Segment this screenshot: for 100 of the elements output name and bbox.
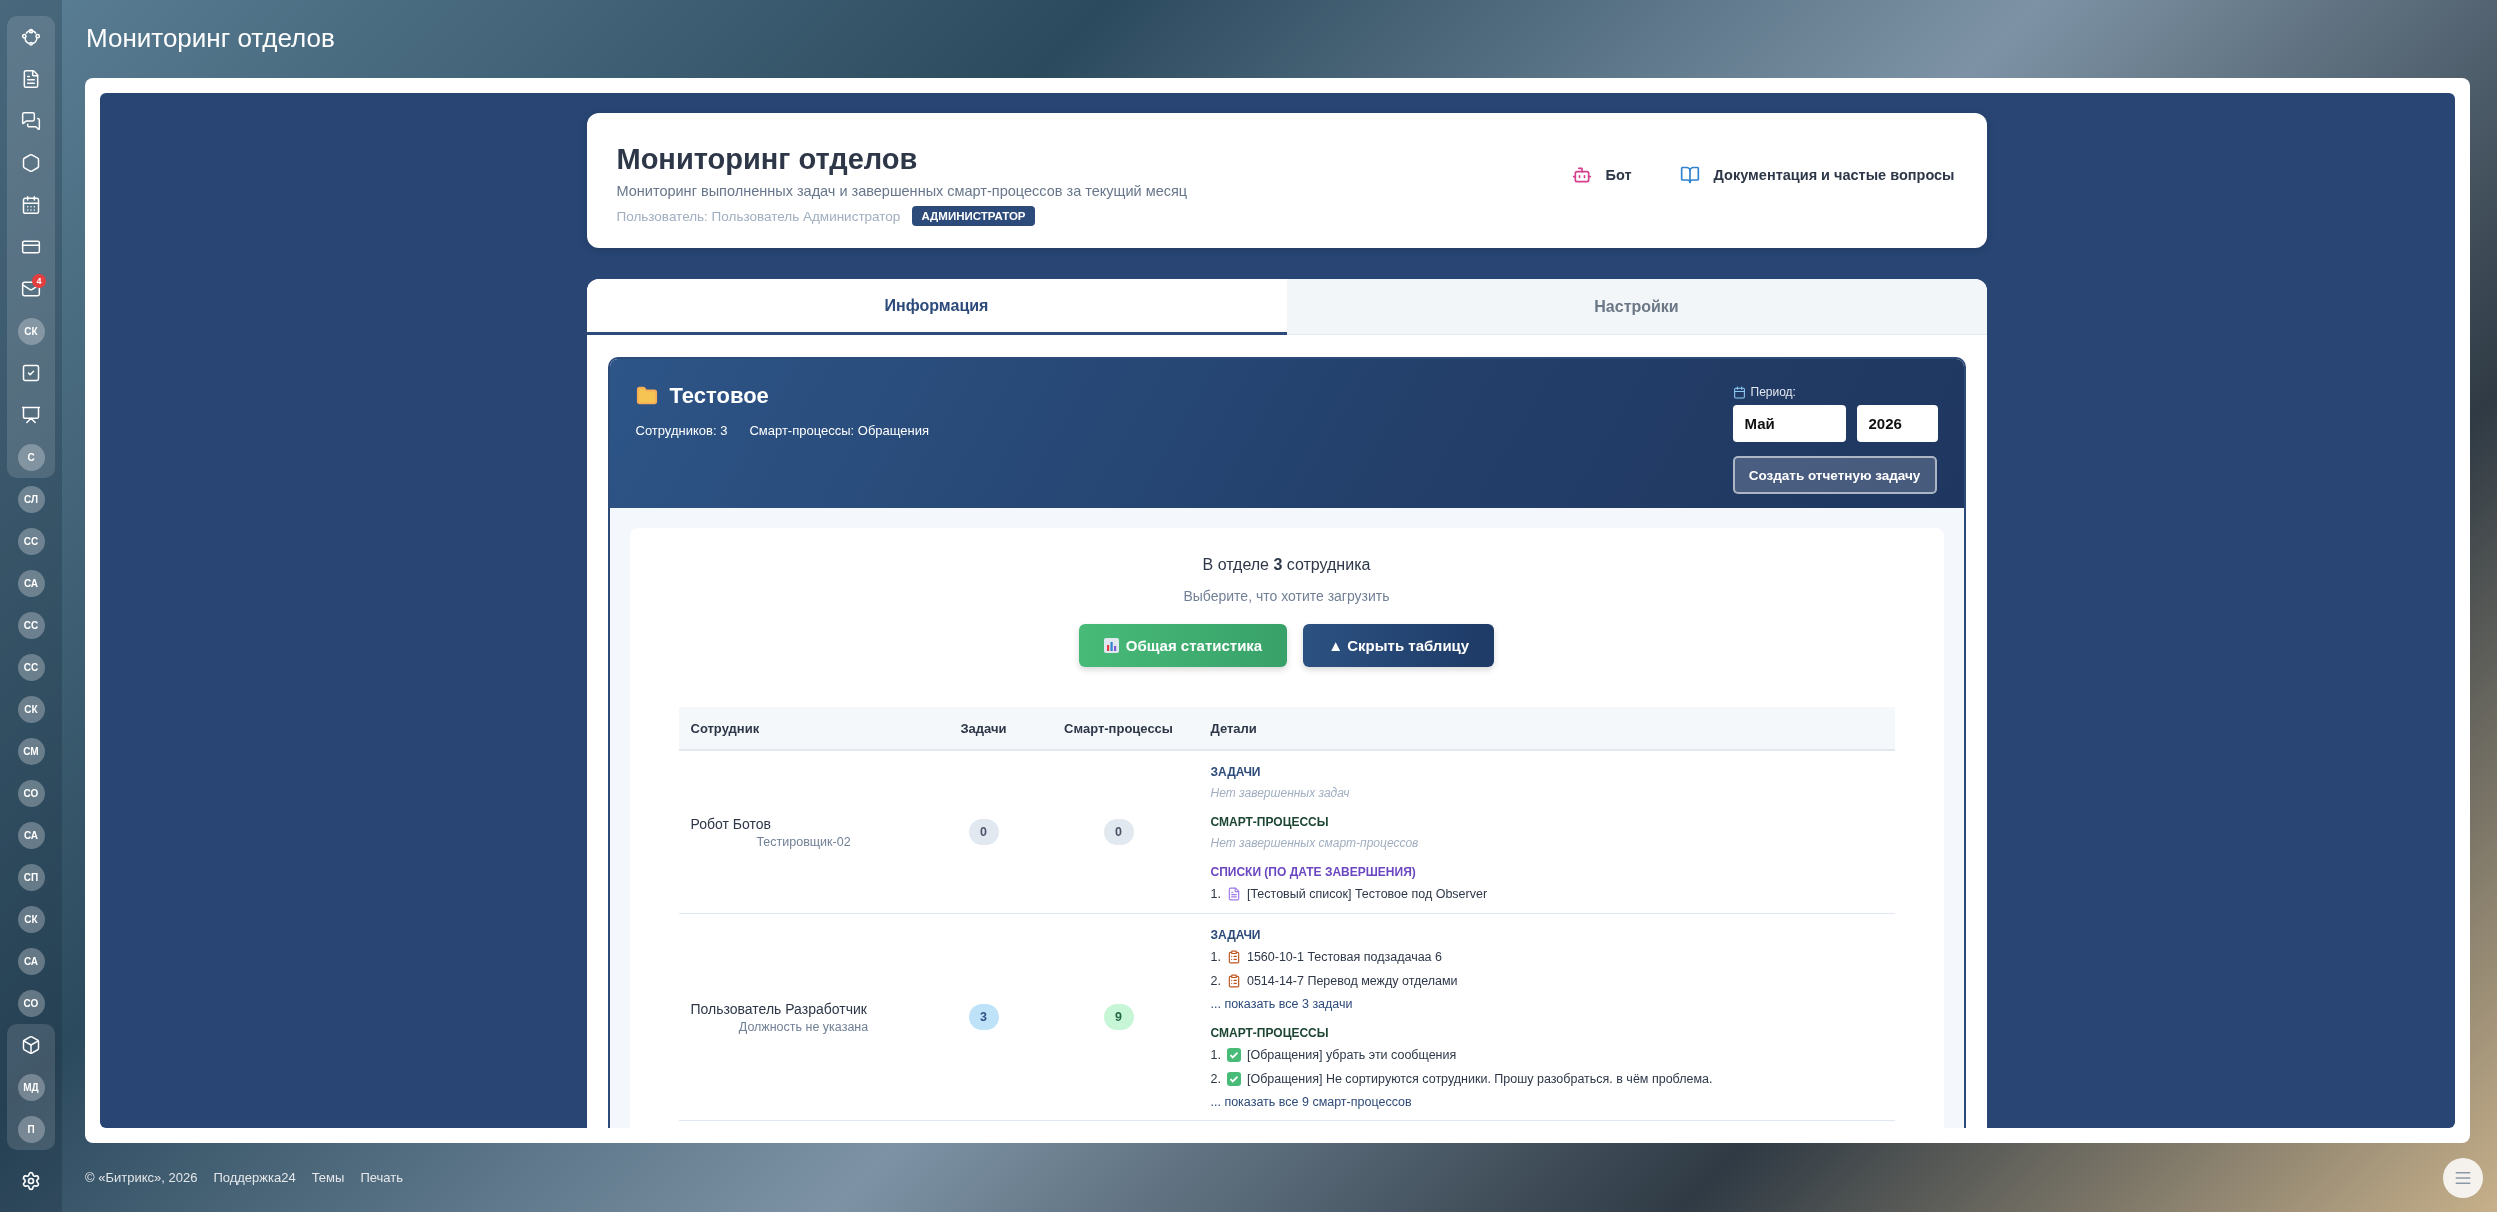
user-avatar[interactable]: П <box>17 1115 45 1143</box>
employee-name: Пользователь Разработчик <box>690 1000 868 1017</box>
calendar-button[interactable] <box>21 195 41 215</box>
user-avatar[interactable]: СС <box>17 653 45 681</box>
section-title: СМАРТ-ПРОЦЕССЫ <box>1210 814 1330 831</box>
app-title: Мониторинг отделов <box>616 143 919 176</box>
item-number: 1. <box>1210 1047 1221 1064</box>
chat-icon <box>21 111 41 131</box>
mail-icon <box>21 279 41 299</box>
mail-button[interactable] <box>21 279 41 299</box>
user-avatar[interactable]: СС <box>17 527 45 555</box>
item-number: 2. <box>1210 973 1221 990</box>
document-icon <box>1226 887 1241 901</box>
section-title: ЗАДАЧИ <box>1210 927 1262 944</box>
folder-icon <box>635 385 658 407</box>
hint-text: Выберите, что хотите загрузить <box>1183 588 1390 604</box>
section-title: ЗАДАЧИ <box>1210 764 1262 781</box>
employee-count: Сотрудников: 3 <box>635 423 728 438</box>
employee-name: Робот Ботов <box>690 815 772 832</box>
page-title: Мониторинг отделов <box>85 21 336 55</box>
user-avatar[interactable]: СО <box>17 779 45 807</box>
network-button[interactable] <box>21 27 41 47</box>
show-all-link[interactable]: ... показать все 9 смарт-процессов <box>1210 1092 1883 1112</box>
tab[interactable]: Информация <box>586 279 1287 335</box>
chat-button[interactable] <box>21 111 41 131</box>
user-avatar[interactable]: СК <box>17 905 45 933</box>
footer-link[interactable]: Поддержка24 <box>213 1170 296 1185</box>
checkbox-button[interactable] <box>21 363 41 383</box>
chart-icon <box>1103 638 1119 653</box>
item-number: 1. <box>1210 949 1221 966</box>
clipboard-icon <box>1226 950 1241 964</box>
year-field[interactable]: 2026 <box>1856 405 1938 442</box>
footer-link[interactable]: Темы <box>311 1170 345 1185</box>
user-avatar[interactable]: СА <box>17 821 45 849</box>
department-name: Тестовое <box>669 383 769 409</box>
count-badge: 4 <box>32 274 46 288</box>
employee-summary: В отделе 3 сотрудника <box>1202 556 1371 574</box>
toggle-table-button[interactable]: ▲ Скрыть таблицу <box>1303 624 1495 667</box>
settings-icon <box>21 1171 41 1191</box>
detail-item: 1560-10-1 Тестовая подзадачаа 6 <box>1246 949 1442 966</box>
user-avatar[interactable]: МД <box>17 1073 45 1101</box>
show-all-link[interactable]: ... показать все 3 задачи <box>1210 994 1883 1014</box>
stats-button[interactable]: Общая статистика <box>1078 624 1288 667</box>
user-label: Пользователь: Пользователь Администратор <box>616 208 901 224</box>
copyright-text: © «Битрикс», 2026 <box>85 1170 198 1185</box>
month-field[interactable]: Май <box>1732 405 1846 442</box>
settings-button[interactable] <box>21 1171 41 1191</box>
employee-position: Тестировщик-02 <box>755 834 852 849</box>
column-header: Сотрудник <box>689 720 761 736</box>
cube-icon <box>21 1035 41 1055</box>
detail-item: 0514-14-7 Перевод между отделами <box>1246 973 1458 990</box>
header-link[interactable]: Бот <box>1571 165 1632 185</box>
user-avatar[interactable]: СС <box>17 611 45 639</box>
employee-position: Должность не указана <box>737 1019 870 1034</box>
item-number: 2. <box>1210 1071 1221 1088</box>
user-avatar[interactable]: С <box>17 443 45 471</box>
period-label: Период: <box>1750 385 1796 399</box>
app-subtitle: Мониторинг выполненных задач и завершенных смарт-процессов за текущий месяц <box>616 183 1188 199</box>
calendar-icon <box>1732 385 1746 399</box>
column-header: Детали <box>1209 720 1258 736</box>
checkbox-icon <box>21 363 41 383</box>
checkbox-icon <box>1226 1072 1241 1086</box>
user-avatar[interactable]: СМ <box>17 737 45 765</box>
document-button[interactable] <box>21 69 41 89</box>
card-icon <box>21 237 41 257</box>
column-header: Задачи <box>959 720 1008 736</box>
smart-process-count: 0 <box>1103 819 1134 845</box>
task-count: 3 <box>968 1004 999 1030</box>
user-avatar[interactable]: СЛ <box>17 485 45 513</box>
footer-link[interactable]: Печать <box>360 1170 403 1185</box>
user-avatar[interactable]: СП <box>17 863 45 891</box>
empty-text: Нет завершенных задач <box>1210 785 1351 802</box>
clipboard-icon <box>1226 974 1241 988</box>
create-task-button[interactable]: Создать отчетную задачу <box>1732 456 1937 494</box>
card-button[interactable] <box>21 237 41 257</box>
section-title: СПИСКИ (ПО ДАТЕ ЗАВЕРШЕНИЯ) <box>1210 864 1417 881</box>
user-avatar[interactable]: СА <box>17 569 45 597</box>
cube-button[interactable] <box>21 1035 41 1055</box>
hexagon-icon <box>21 153 41 173</box>
detail-item: [Обращения] убрать эти сообщения <box>1246 1047 1457 1064</box>
user-avatar[interactable]: СК <box>17 695 45 723</box>
presentation-button[interactable] <box>21 405 41 425</box>
smart-process-label: Смарт-процессы: Обращения <box>749 423 930 438</box>
hexagon-button[interactable] <box>21 153 41 173</box>
presentation-icon <box>21 405 41 425</box>
user-avatar[interactable]: СО <box>17 989 45 1017</box>
empty-text: Нет завершенных смарт-процессов <box>1210 835 1420 852</box>
header-link[interactable]: Документация и частые вопросы <box>1679 165 1955 185</box>
section-title: СМАРТ-ПРОЦЕССЫ <box>1210 1025 1330 1042</box>
role-badge: АДМИНИСТРАТОР <box>912 206 1035 226</box>
user-avatar[interactable]: СА <box>17 947 45 975</box>
detail-item: [Обращения] Не сортируются сотрудники. Прошу разобраться. в чём проблема. <box>1246 1071 1713 1088</box>
user-avatar[interactable]: СК <box>17 317 45 345</box>
checkbox-icon <box>1226 1048 1241 1062</box>
task-count: 0 <box>968 819 999 845</box>
network-icon <box>21 27 41 47</box>
column-header: Смарт-процессы <box>1063 720 1174 736</box>
book-icon <box>1679 165 1700 185</box>
detail-item: [Тестовый список] Тестовое под Observer <box>1246 886 1488 903</box>
tab[interactable]: Настройки <box>1286 279 1987 335</box>
